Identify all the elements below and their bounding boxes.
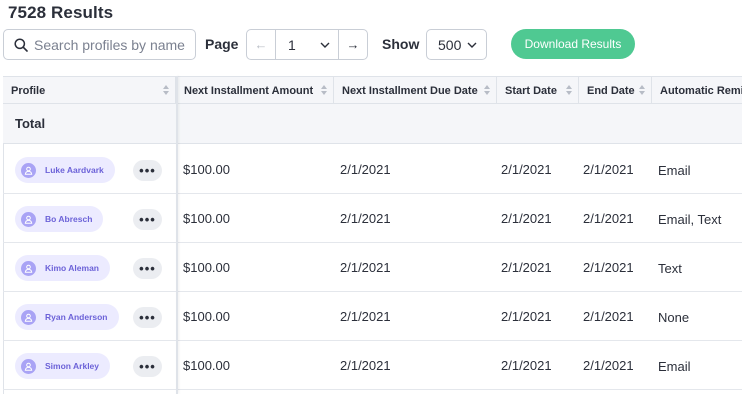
column-header-label: Start Date — [505, 84, 557, 97]
column-header-automatic-reminders[interactable]: Automatic Reminders — [652, 77, 742, 104]
start-date-cell: 2/1/2021 — [501, 358, 552, 373]
more-options-button[interactable]: ••• — [133, 258, 162, 279]
column-header-end-date[interactable]: End Date — [579, 77, 652, 104]
automatic-reminders-cell: Email — [658, 163, 691, 178]
next-installment-amount-cell: $100.00 — [183, 260, 230, 275]
page-select[interactable]: 1 — [276, 30, 338, 59]
page-size-select[interactable]: 500 — [426, 29, 487, 60]
table-row[interactable]: Luke Aardvark ••• $100.00 2/1/2021 2/1/2021 2… — [3, 145, 742, 194]
profile-name: Simon Arkley — [45, 361, 100, 371]
next-installment-due-date-cell: 2/1/2021 — [340, 260, 391, 275]
total-row: Total — [3, 104, 742, 144]
pinned-column-divider — [176, 76, 178, 394]
chevron-down-icon — [467, 42, 477, 48]
download-results-button[interactable]: Download Results — [511, 29, 635, 59]
end-date-cell: 2/1/2021 — [583, 162, 634, 177]
avatar — [21, 358, 36, 374]
results-table: Profile Next Installment Amount Next Ins… — [3, 76, 742, 394]
table-row[interactable]: Kimo Aleman ••• $100.00 2/1/2021 2/1/2021 2/1… — [3, 243, 742, 292]
avatar — [21, 162, 36, 178]
user-icon — [24, 166, 33, 175]
next-installment-amount-cell: $100.00 — [183, 162, 230, 177]
pagination-control: ← 1 → — [246, 29, 368, 60]
total-label: Total — [15, 116, 46, 131]
next-installment-due-date-cell: 2/1/2021 — [340, 211, 391, 226]
page-size-value: 500 — [438, 36, 462, 53]
sort-icon — [484, 85, 490, 96]
end-date-cell: 2/1/2021 — [583, 358, 634, 373]
sort-icon — [321, 85, 327, 96]
avatar — [21, 211, 36, 227]
end-date-cell: 2/1/2021 — [583, 260, 634, 275]
profile-name: Luke Aardvark — [45, 165, 104, 175]
show-label: Show — [382, 36, 420, 52]
more-options-button[interactable]: ••• — [133, 307, 162, 328]
column-header-label: Next Installment Amount — [184, 84, 314, 97]
next-installment-due-date-cell: 2/1/2021 — [340, 162, 391, 177]
end-date-cell: 2/1/2021 — [583, 211, 634, 226]
page-label: Page — [205, 36, 239, 52]
next-installment-amount-cell: $100.00 — [183, 309, 230, 324]
arrow-left-icon: ← — [254, 37, 268, 52]
column-header-next-installment-amount[interactable]: Next Installment Amount — [176, 77, 334, 104]
sort-icon — [566, 85, 572, 96]
next-installment-due-date-cell: 2/1/2021 — [340, 309, 391, 324]
toolbar: Page ← 1 → Show 500 Download Results — [3, 29, 742, 61]
end-date-cell: 2/1/2021 — [583, 309, 634, 324]
next-installment-amount-cell: $100.00 — [183, 358, 230, 373]
automatic-reminders-cell: Email, Text — [658, 212, 722, 227]
profile-pill[interactable]: Simon Arkley — [15, 353, 111, 379]
table-row[interactable]: Ryan Anderson ••• $100.00 2/1/2021 2/1/2021 2… — [3, 292, 742, 341]
column-header-label: Next Installment Due Date — [342, 84, 478, 97]
arrow-right-icon: → — [346, 37, 360, 52]
table-row[interactable]: Bo Abresch ••• $100.00 2/1/2021 2/1/2021 2/1/… — [3, 194, 742, 243]
user-icon — [24, 362, 33, 371]
more-options-button[interactable]: ••• — [133, 209, 162, 230]
column-header-start-date[interactable]: Start Date — [497, 77, 579, 104]
next-installment-due-date-cell: 2/1/2021 — [340, 358, 391, 373]
next-installment-amount-cell: $100.00 — [183, 211, 230, 226]
column-header-profile[interactable]: Profile — [3, 77, 176, 104]
search-box[interactable] — [3, 29, 196, 60]
user-icon — [24, 215, 33, 224]
results-count-title: 7528 Results — [8, 3, 114, 22]
current-page-value: 1 — [288, 36, 296, 53]
start-date-cell: 2/1/2021 — [501, 211, 552, 226]
profile-pill[interactable]: Luke Aardvark — [15, 157, 115, 183]
sort-icon — [639, 85, 645, 96]
more-options-button[interactable]: ••• — [133, 356, 162, 377]
table-row[interactable]: Simon Arkley ••• $100.00 2/1/2021 2/1/2021 2/… — [3, 341, 742, 390]
sort-icon — [163, 85, 169, 96]
avatar — [21, 309, 36, 325]
avatar — [21, 260, 36, 276]
column-header-label: End Date — [587, 84, 635, 97]
chevron-down-icon — [320, 42, 330, 48]
start-date-cell: 2/1/2021 — [501, 162, 552, 177]
search-icon — [14, 37, 28, 52]
profile-pill[interactable]: Bo Abresch — [15, 206, 104, 232]
user-icon — [24, 313, 33, 322]
next-page-button[interactable]: → — [338, 30, 367, 59]
start-date-cell: 2/1/2021 — [501, 309, 552, 324]
column-header-next-installment-due-date[interactable]: Next Installment Due Date — [334, 77, 497, 104]
automatic-reminders-cell: Text — [658, 261, 682, 276]
automatic-reminders-cell: Email — [658, 359, 691, 374]
automatic-reminders-cell: None — [658, 310, 690, 325]
search-input[interactable] — [34, 36, 194, 53]
column-header-label: Profile — [11, 84, 46, 97]
previous-page-button[interactable]: ← — [247, 30, 276, 59]
more-options-button[interactable]: ••• — [133, 160, 162, 181]
column-header-label: Automatic Reminders — [660, 84, 742, 97]
table-header: Profile Next Installment Amount Next Ins… — [3, 76, 742, 104]
user-icon — [24, 264, 33, 273]
profile-name: Kimo Aleman — [45, 263, 100, 273]
profile-pill[interactable]: Kimo Aleman — [15, 255, 111, 281]
profile-pill[interactable]: Ryan Anderson — [15, 304, 119, 330]
start-date-cell: 2/1/2021 — [501, 260, 552, 275]
profile-name: Ryan Anderson — [45, 312, 108, 322]
profile-name: Bo Abresch — [45, 214, 93, 224]
